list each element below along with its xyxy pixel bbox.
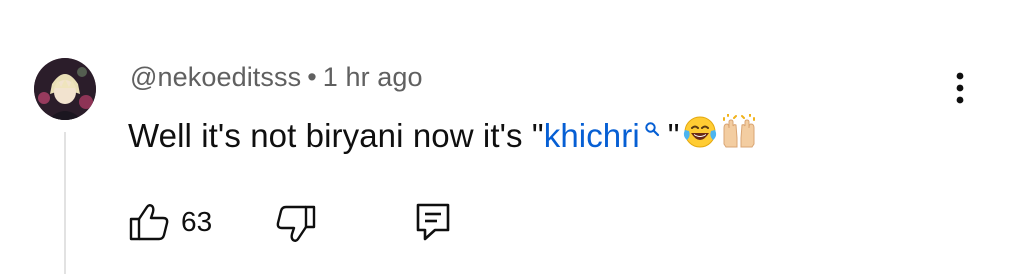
comment-header: @nekoeditsss • 1 hr ago [130,62,423,93]
like-button[interactable] [128,202,170,242]
search-suggestion-link[interactable]: khichri [544,117,640,155]
thumbs-up-icon [129,204,169,241]
raising-hands-icon [720,113,758,158]
more-vertical-icon [956,72,964,104]
more-options-button[interactable] [945,66,975,110]
comment-text-before: Well it's not biryani now it's " [128,117,544,154]
dislike-button[interactable] [275,204,317,244]
search-icon[interactable] [644,107,660,145]
comment-text-after: " [667,117,680,154]
like-count: 63 [181,206,213,237]
face-with-tears-of-joy-icon [682,114,718,158]
comment-timestamp[interactable]: 1 hr ago [323,62,423,92]
thumbs-down-icon [276,205,316,242]
thread-line [64,132,66,274]
avatar-image [34,58,96,120]
comment-author[interactable]: @nekoeditsss [130,62,301,92]
avatar[interactable] [34,58,96,120]
comment-body: Well it's not biryani now it's " khichri … [128,113,758,158]
reply-comment-icon [416,203,450,241]
meta-separator: • [307,62,317,92]
reply-button[interactable] [415,202,451,242]
